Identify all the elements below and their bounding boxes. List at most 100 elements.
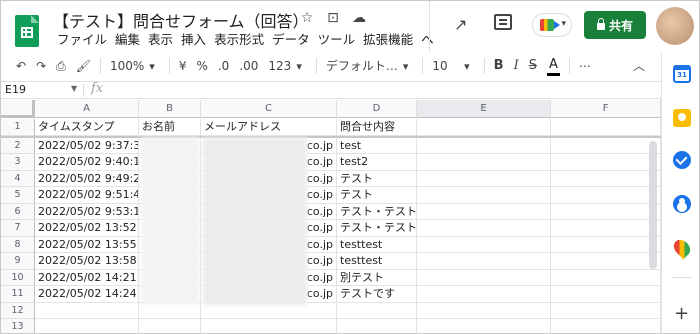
empty-cell[interactable] (551, 187, 661, 204)
content-cell[interactable]: テスト (337, 170, 417, 187)
timestamp-cell[interactable]: 2022/05/02 13:52:46 (35, 220, 139, 237)
row-header[interactable]: 3 (1, 154, 35, 171)
sheets-logo-icon[interactable] (15, 15, 39, 47)
empty-cell[interactable] (551, 220, 661, 237)
font-size-select[interactable]: 10 ▾ (427, 55, 479, 78)
content-cell[interactable]: test (337, 137, 417, 154)
undo-icon[interactable]: ↶ (11, 55, 31, 77)
spreadsheet-grid[interactable]: A B C D E F 1 タイムスタンプ お名前 メールアドレス 問合せ内容 2 2022/05/02… (1, 100, 661, 333)
column-header-f[interactable]: F (551, 100, 661, 118)
content-cell[interactable]: テスト・テスト (337, 220, 417, 237)
bold-button[interactable]: B (489, 55, 509, 77)
menu-data[interactable]: データ (268, 32, 314, 48)
empty-cell[interactable] (551, 203, 661, 220)
column-header-e[interactable]: E (417, 100, 551, 118)
email-cell[interactable] (201, 319, 337, 333)
menu-tools[interactable]: ツール (314, 32, 360, 48)
row-header[interactable]: 7 (1, 220, 35, 237)
empty-cell[interactable] (551, 170, 661, 187)
strikethrough-button[interactable]: S (524, 55, 542, 77)
empty-cell[interactable] (551, 236, 661, 253)
maps-icon[interactable] (670, 236, 694, 260)
timestamp-cell[interactable]: 2022/05/02 9:51:40 (35, 187, 139, 204)
cloud-status-icon[interactable]: ☁ (351, 9, 367, 27)
vertical-scrollbar[interactable] (649, 141, 657, 269)
meet-button[interactable]: ▾ (532, 13, 572, 37)
empty-cell[interactable] (417, 154, 551, 171)
percent-format-button[interactable]: % (191, 55, 212, 77)
select-all-corner[interactable] (1, 100, 35, 118)
empty-cell[interactable] (417, 319, 551, 333)
timestamp-cell[interactable]: 2022/05/02 13:55:32 (35, 236, 139, 253)
column-header-b[interactable]: B (139, 100, 201, 118)
empty-cell[interactable] (551, 302, 661, 319)
empty-cell[interactable] (551, 269, 661, 286)
empty-cell[interactable] (417, 187, 551, 204)
share-button[interactable]: 共有 (584, 11, 646, 39)
timestamp-cell[interactable] (35, 319, 139, 333)
empty-cell[interactable] (551, 253, 661, 270)
text-color-button[interactable]: A (546, 57, 560, 76)
content-cell[interactable]: 別テスト (337, 269, 417, 286)
paint-format-icon[interactable]: 🖌 (71, 55, 96, 77)
menu-file[interactable]: ファイル (53, 32, 111, 48)
redo-icon[interactable]: ↷ (31, 55, 51, 77)
empty-cell[interactable] (551, 154, 661, 171)
name-box[interactable]: E19 (5, 83, 26, 96)
column-header-a[interactable]: A (35, 100, 139, 118)
row-header[interactable]: 4 (1, 170, 35, 187)
header-cell[interactable] (551, 119, 661, 136)
column-header-d[interactable]: D (337, 100, 417, 118)
print-icon[interactable]: ⎙ (51, 55, 71, 77)
timestamp-cell[interactable]: 2022/05/02 13:58:50 (35, 253, 139, 270)
content-cell[interactable] (337, 302, 417, 319)
content-cell[interactable]: テスト・テスト (337, 203, 417, 220)
document-title[interactable]: 【テスト】問合せフォーム（回答） (53, 8, 309, 32)
tasks-icon[interactable] (673, 151, 691, 169)
timestamp-cell[interactable]: 2022/05/02 14:21:58 (35, 269, 139, 286)
content-cell[interactable]: テストです (337, 286, 417, 303)
menu-view[interactable]: 表示 (144, 32, 177, 48)
keep-icon[interactable] (673, 109, 691, 127)
menu-edit[interactable]: 編集 (111, 32, 144, 48)
row-header[interactable]: 10 (1, 269, 35, 286)
row-header[interactable]: 5 (1, 187, 35, 204)
header-cell[interactable] (417, 119, 551, 136)
collapse-menu-icon[interactable]: ︿ (633, 57, 645, 74)
empty-cell[interactable] (551, 137, 661, 154)
calendar-icon[interactable]: 31 (673, 65, 691, 83)
content-cell[interactable]: testtest (337, 236, 417, 253)
zoom-select[interactable]: 100% ▾ (105, 55, 165, 78)
empty-cell[interactable] (417, 137, 551, 154)
more-formats-button[interactable]: 123 ▾ (263, 55, 311, 78)
move-to-folder-icon[interactable]: ⊡ (325, 9, 341, 27)
decrease-decimal-button[interactable]: .0 (213, 55, 234, 77)
menu-insert[interactable]: 挿入 (177, 32, 210, 48)
menu-extensions[interactable]: 拡張機能 (359, 32, 417, 48)
header-cell[interactable]: 問合せ内容 (337, 119, 417, 136)
header-cell[interactable]: メールアドレス (201, 119, 337, 136)
content-cell[interactable] (337, 319, 417, 333)
timestamp-cell[interactable] (35, 302, 139, 319)
empty-cell[interactable] (417, 220, 551, 237)
empty-cell[interactable] (417, 170, 551, 187)
activity-dashboard-icon[interactable]: ↗ (454, 15, 467, 34)
add-icon[interactable]: + (674, 305, 689, 323)
content-cell[interactable]: テスト (337, 187, 417, 204)
account-avatar[interactable] (656, 7, 694, 45)
row-header[interactable]: 13 (1, 319, 35, 333)
empty-cell[interactable] (417, 236, 551, 253)
comment-history-icon[interactable] (494, 14, 512, 30)
row-header[interactable]: 1 (1, 119, 35, 136)
empty-cell[interactable] (417, 253, 551, 270)
header-cell[interactable]: お名前 (139, 119, 201, 136)
name-cell[interactable] (139, 319, 201, 333)
row-header[interactable]: 9 (1, 253, 35, 270)
header-cell[interactable]: タイムスタンプ (35, 119, 139, 136)
empty-cell[interactable] (417, 286, 551, 303)
row-header[interactable]: 2 (1, 137, 35, 154)
timestamp-cell[interactable]: 2022/05/02 14:24:41 (35, 286, 139, 303)
timestamp-cell[interactable]: 2022/05/02 9:40:13 (35, 154, 139, 171)
currency-format-button[interactable]: ¥ (174, 55, 192, 77)
more-tools-button[interactable]: ⋯ (574, 55, 596, 77)
